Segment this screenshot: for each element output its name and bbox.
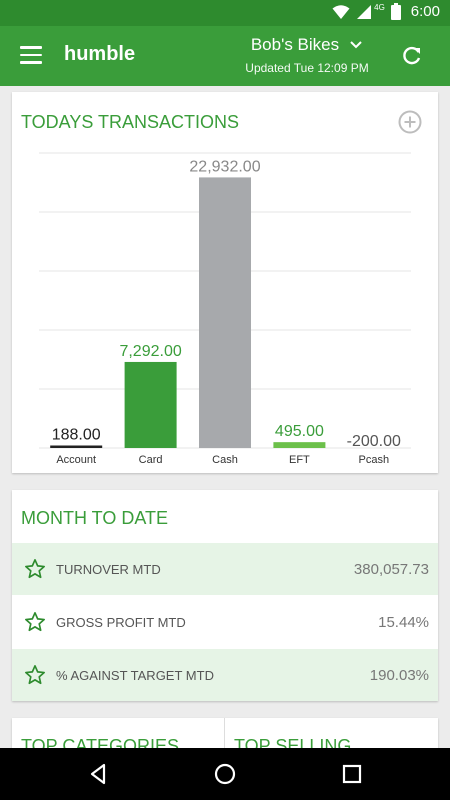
- mtd-row-gross-profit[interactable]: GROSS PROFIT MTD 15.44%: [12, 596, 438, 648]
- bar-group-card[interactable]: 7,292.00 Card: [119, 343, 181, 466]
- category-label: EFT: [289, 454, 310, 466]
- mtd-label: % AGAINST TARGET MTD: [56, 667, 214, 683]
- back-icon[interactable]: [86, 762, 110, 786]
- bar-group-pcash[interactable]: -200.00 Pcash: [347, 433, 401, 466]
- store-name: Bob's Bikes: [250, 35, 340, 54]
- home-icon[interactable]: [213, 762, 237, 786]
- bar-group-account[interactable]: 188.00 Account: [50, 427, 103, 467]
- mtd-row-turnover[interactable]: TURNOVER MTD 380,057.73: [12, 543, 438, 595]
- store-name-row: Bob's Bikes: [232, 35, 382, 55]
- mtd-label: TURNOVER MTD: [56, 561, 161, 577]
- transactions-card: TODAYS TRANSACTIONS 188.00 Account 7,292.0…: [12, 92, 438, 473]
- navigation-bar: [0, 748, 450, 800]
- app-bar: humble Bob's Bikes Updated Tue 12:09 PM: [0, 26, 450, 86]
- bar-eft[interactable]: [273, 442, 326, 448]
- network-type: 4G: [374, 3, 385, 12]
- recents-icon[interactable]: [340, 762, 364, 786]
- wifi-icon: [332, 4, 350, 19]
- mtd-value: 15.44%: [378, 613, 429, 631]
- status-icons: 4G 6:00: [332, 3, 440, 20]
- status-bar: 4G 6:00: [0, 0, 450, 26]
- bar-group-cash[interactable]: 22,932.00 Cash: [189, 158, 260, 466]
- bar-cash[interactable]: [199, 177, 251, 448]
- mtd-value: 190.03%: [369, 666, 429, 684]
- transactions-title: TODAYS TRANSACTIONS: [21, 112, 240, 132]
- category-label: Account: [56, 454, 96, 466]
- star-outline-icon: [25, 612, 45, 632]
- mtd-value: 380,057.73: [353, 560, 429, 578]
- bar-account[interactable]: [50, 445, 103, 449]
- category-label: Card: [139, 454, 163, 466]
- app-brand: humble: [64, 43, 136, 65]
- last-updated: Updated Tue 12:09 PM: [245, 61, 369, 75]
- month-to-date-title: MONTH TO DATE: [21, 508, 169, 528]
- category-label: Pcash: [359, 454, 390, 466]
- bar-group-eft[interactable]: 495.00 EFT: [273, 423, 326, 466]
- mtd-row-against-target[interactable]: % AGAINST TARGET MTD 190.03%: [12, 649, 438, 701]
- refresh-icon[interactable]: [400, 44, 424, 68]
- store-selector[interactable]: Bob's Bikes Updated Tue 12:09 PM: [232, 35, 382, 75]
- category-label: Cash: [212, 454, 238, 466]
- menu-icon: [20, 46, 42, 49]
- signal-icon: [357, 4, 372, 19]
- value-label: 495.00: [275, 423, 324, 440]
- star-outline-icon: [25, 665, 45, 685]
- month-to-date-card: MONTH TO DATE TURNOVER MTD 380,057.73 GR…: [12, 490, 438, 701]
- transactions-chart: 188.00 Account 7,292.00 Card 22,932.00 Cash 49…: [39, 152, 411, 467]
- clock: 6:00: [410, 3, 440, 20]
- add-circle-icon[interactable]: [398, 110, 422, 134]
- star-outline-icon: [25, 559, 45, 579]
- value-label: -200.00: [347, 433, 401, 450]
- chevron-down-icon: [350, 41, 362, 49]
- battery-icon: [390, 3, 401, 20]
- value-label: 22,932.00: [189, 158, 260, 175]
- menu-button[interactable]: [20, 46, 42, 64]
- mtd-label: GROSS PROFIT MTD: [56, 614, 186, 630]
- value-label: 188.00: [52, 427, 101, 444]
- bar-card[interactable]: [124, 361, 177, 448]
- value-label: 7,292.00: [119, 343, 181, 360]
